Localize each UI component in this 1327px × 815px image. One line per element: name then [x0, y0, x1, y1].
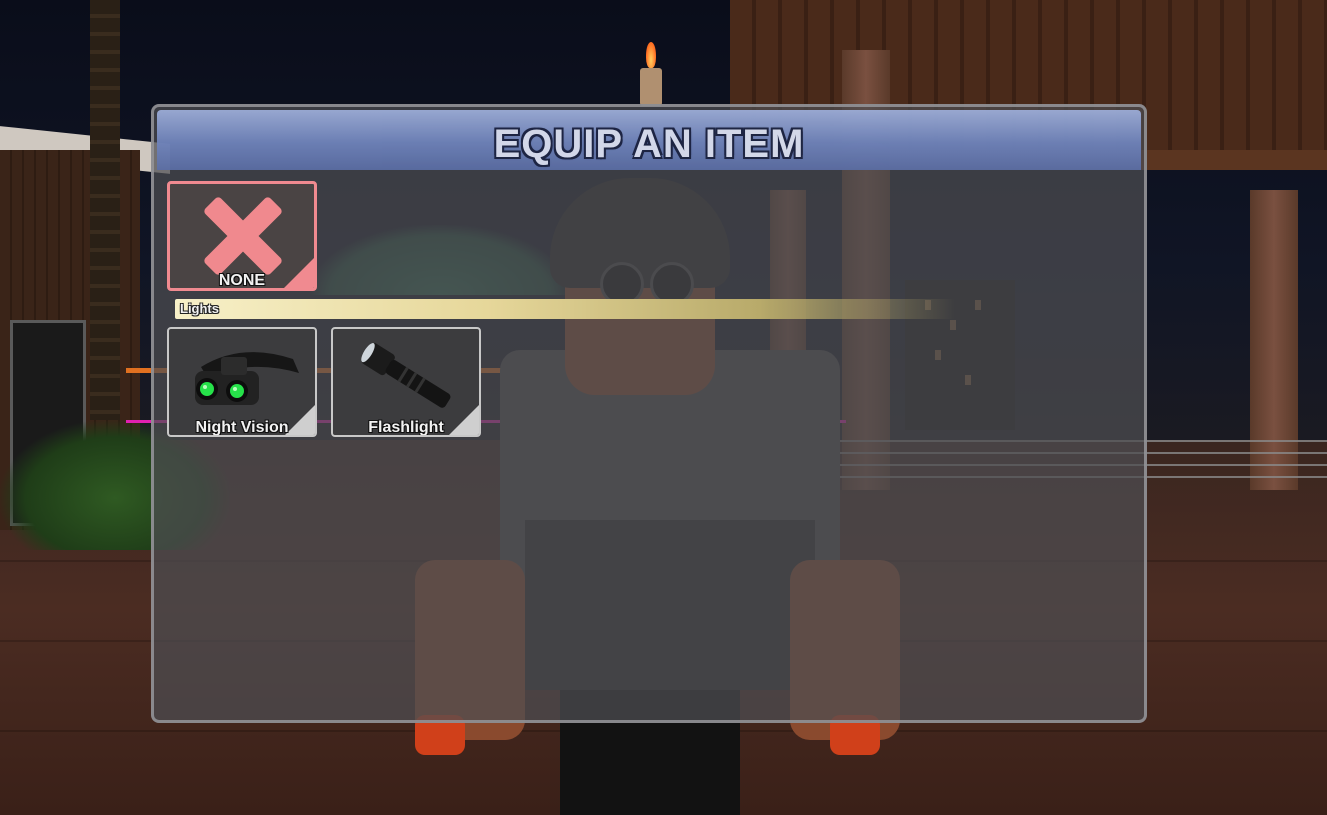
item-label: Flashlight: [368, 419, 444, 436]
candle: [640, 68, 662, 106]
item-tile-night-vision[interactable]: Night Vision: [167, 327, 317, 437]
close-x-icon: [200, 194, 284, 278]
section-header-lights: Lights: [175, 299, 955, 319]
palm-trunk: [90, 0, 120, 420]
item-tile-none[interactable]: NONE: [167, 181, 317, 291]
section-label: Lights: [180, 301, 219, 316]
panel-title-bar: EQUIP AN ITEM: [157, 110, 1141, 170]
candle-flame: [646, 42, 656, 68]
equip-item-panel: EQUIP AN ITEM NONE Lights Night Vision F…: [151, 104, 1147, 723]
item-tile-flashlight[interactable]: Flashlight: [331, 327, 481, 437]
item-label: NONE: [218, 272, 266, 289]
item-label: Night Vision: [195, 419, 289, 436]
panel-title: EQUIP AN ITEM: [493, 122, 805, 166]
